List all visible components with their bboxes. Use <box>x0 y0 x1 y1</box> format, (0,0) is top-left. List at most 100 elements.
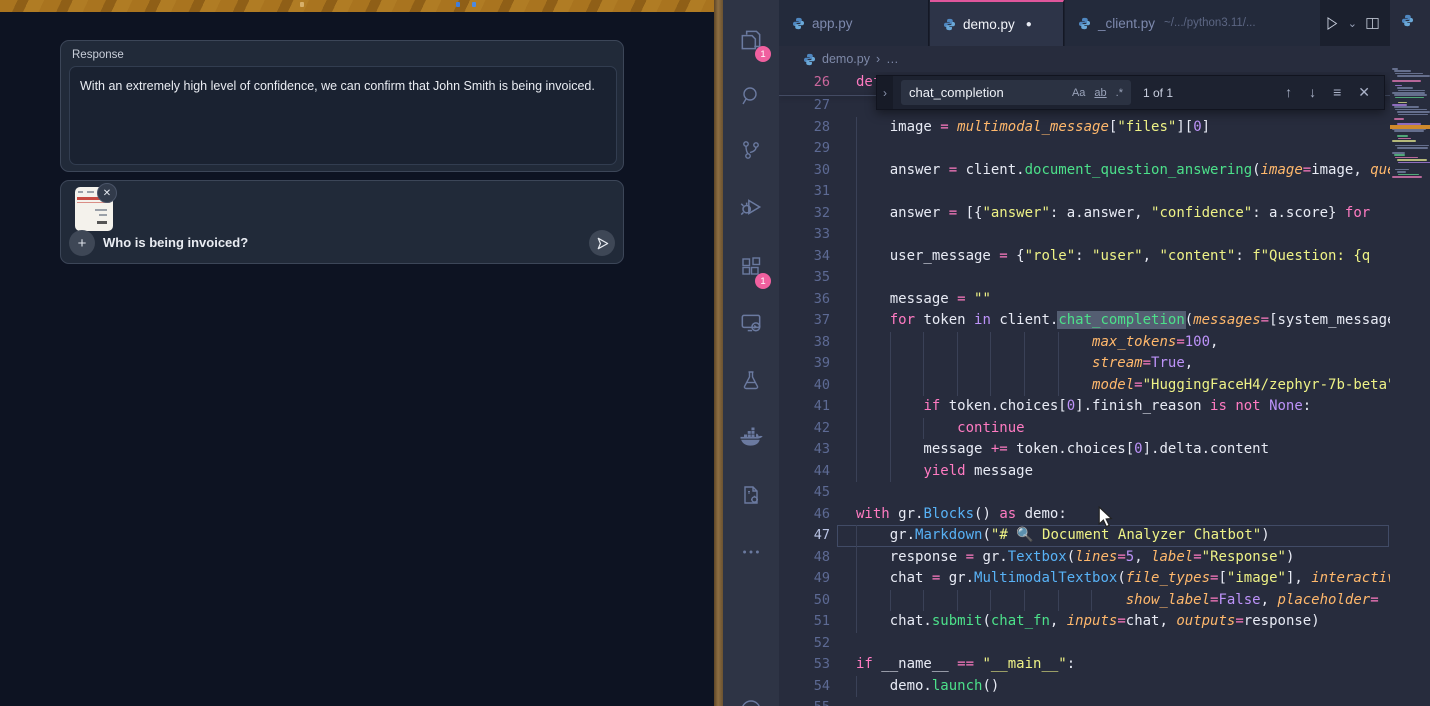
remove-attachment-button[interactable]: ✕ <box>97 183 117 203</box>
line-number[interactable]: 26 <box>779 72 830 94</box>
breadcrumb-file[interactable]: demo.py <box>822 52 870 66</box>
line-number[interactable]: 54 <box>779 676 830 698</box>
source-control-icon[interactable] <box>723 126 779 174</box>
chat-question-input[interactable]: Who is being invoiced? <box>103 235 248 250</box>
regex-toggle[interactable]: .* <box>1116 87 1123 99</box>
code-line-52[interactable]: 52 <box>779 633 1390 655</box>
code-line-46[interactable]: 46with gr.Blocks() as demo: <box>779 504 1390 526</box>
code-line-53[interactable]: 53if __name__ == "__main__": <box>779 654 1390 676</box>
line-number[interactable]: 49 <box>779 568 830 590</box>
code-line-50[interactable]: 50 show_label=False, placeholder= <box>779 590 1390 612</box>
code-line-32[interactable]: 32 answer = [{"answer": a.answer, "confi… <box>779 203 1390 225</box>
line-number[interactable]: 33 <box>779 224 830 246</box>
line-number[interactable]: 28 <box>779 117 830 139</box>
code-editor[interactable]: 26def chat_fn(multimodal_message):2728 i… <box>779 72 1390 706</box>
line-number[interactable]: 36 <box>779 289 830 311</box>
wallpaper-speck <box>300 2 304 7</box>
run-debug-icon[interactable] <box>723 183 779 231</box>
line-number[interactable]: 45 <box>779 482 830 504</box>
code-line-39[interactable]: 39 stream=True, <box>779 353 1390 375</box>
line-number[interactable]: 37 <box>779 310 830 332</box>
code-line-54[interactable]: 54 demo.launch() <box>779 676 1390 698</box>
line-number[interactable]: 51 <box>779 611 830 633</box>
tab-app-py[interactable]: app.py <box>779 0 929 46</box>
line-number[interactable]: 38 <box>779 332 830 354</box>
code-line-43[interactable]: 43 message += token.choices[0].delta.con… <box>779 439 1390 461</box>
remote-explorer-icon[interactable] <box>723 299 779 347</box>
code-line-38[interactable]: 38 max_tokens=100, <box>779 332 1390 354</box>
code-line-30[interactable]: 30 answer = client.document_question_ans… <box>779 160 1390 182</box>
find-toggle-replace-chevron[interactable]: › <box>877 76 893 109</box>
line-number[interactable]: 29 <box>779 138 830 160</box>
find-next-button[interactable]: ↓ <box>1309 84 1316 101</box>
find-input[interactable]: chat_completion Aa ab .* <box>901 80 1131 105</box>
tab-client-py[interactable]: _client.py ~/.../python3.11/... <box>1065 0 1343 46</box>
line-number[interactable]: 27 <box>779 95 830 117</box>
testing-icon[interactable] <box>723 356 779 404</box>
code-line-37[interactable]: 37 for token in client.chat_completion(m… <box>779 310 1390 332</box>
account-icon[interactable] <box>723 686 779 706</box>
modified-dot[interactable]: ● <box>1026 19 1032 30</box>
code-line-29[interactable]: 29 <box>779 138 1390 160</box>
run-dropdown-chevron[interactable]: ⌄ <box>1348 17 1357 30</box>
extensions-icon[interactable]: 1 <box>723 243 779 291</box>
code-line-51[interactable]: 51 chat.submit(chat_fn, inputs=chat, out… <box>779 611 1390 633</box>
more-items-icon[interactable] <box>723 528 779 576</box>
tab-overflow-sliver[interactable] <box>1401 14 1414 32</box>
thumb-detail <box>87 191 94 193</box>
code-line-44[interactable]: 44 yield message <box>779 461 1390 483</box>
line-number[interactable]: 43 <box>779 439 830 461</box>
line-number[interactable]: 44 <box>779 461 830 483</box>
send-button[interactable] <box>589 230 615 256</box>
line-number[interactable]: 52 <box>779 633 830 655</box>
search-icon[interactable] <box>723 72 779 120</box>
cpp-tools-icon[interactable] <box>723 471 779 519</box>
add-attachment-button[interactable]: + <box>69 230 95 256</box>
line-number[interactable]: 42 <box>779 418 830 440</box>
code-line-36[interactable]: 36 message = "" <box>779 289 1390 311</box>
run-button[interactable] <box>1323 15 1340 32</box>
line-number[interactable]: 47 <box>779 525 830 547</box>
breadcrumb[interactable]: demo.py › … <box>779 46 1390 72</box>
code-line-33[interactable]: 33 <box>779 224 1390 246</box>
code-line-40[interactable]: 40 model="HuggingFaceH4/zephyr-7b-beta" <box>779 375 1390 397</box>
line-number[interactable]: 41 <box>779 396 830 418</box>
find-previous-button[interactable]: ↑ <box>1285 84 1292 101</box>
line-number[interactable]: 34 <box>779 246 830 268</box>
line-number[interactable]: 50 <box>779 590 830 612</box>
code-line-31[interactable]: 31 <box>779 181 1390 203</box>
find-close-button[interactable]: ✕ <box>1358 84 1370 101</box>
docker-icon[interactable] <box>723 414 779 462</box>
response-textarea[interactable]: With an extremely high level of confiden… <box>69 66 617 165</box>
line-number[interactable]: 53 <box>779 654 830 676</box>
breadcrumb-more[interactable]: … <box>886 52 899 66</box>
code-line-28[interactable]: 28 image = multimodal_message["files"][0… <box>779 117 1390 139</box>
line-number[interactable]: 48 <box>779 547 830 569</box>
find-in-selection-button[interactable]: ≡ <box>1333 84 1341 101</box>
code-line-45[interactable]: 45 <box>779 482 1390 504</box>
explorer-icon[interactable]: 1 <box>723 16 779 64</box>
line-number[interactable]: 39 <box>779 353 830 375</box>
split-editor-icon[interactable] <box>1365 16 1380 31</box>
code-line-47[interactable]: 47 gr.Markdown("# 🔍 Document Analyzer Ch… <box>779 525 1390 547</box>
line-number[interactable]: 46 <box>779 504 830 526</box>
line-number[interactable]: 35 <box>779 267 830 289</box>
line-number[interactable]: 40 <box>779 375 830 397</box>
code-line-42[interactable]: 42 continue <box>779 418 1390 440</box>
line-number[interactable]: 55 <box>779 697 830 706</box>
minimap-line <box>1398 174 1419 176</box>
line-number[interactable]: 32 <box>779 203 830 225</box>
code-line-48[interactable]: 48 response = gr.Textbox(lines=5, label=… <box>779 547 1390 569</box>
minimap[interactable] <box>1390 46 1430 706</box>
code-line-49[interactable]: 49 chat = gr.MultimodalTextbox(file_type… <box>779 568 1390 590</box>
tab-demo-py[interactable]: demo.py ● <box>930 0 1064 46</box>
code-line-34[interactable]: 34 user_message = {"role": "user", "cont… <box>779 246 1390 268</box>
code-line-55[interactable]: 55 <box>779 697 1390 706</box>
line-number[interactable]: 31 <box>779 181 830 203</box>
code-line-35[interactable]: 35 <box>779 267 1390 289</box>
find-query-text[interactable]: chat_completion <box>909 85 1063 100</box>
line-number[interactable]: 30 <box>779 160 830 182</box>
match-case-toggle[interactable]: Aa <box>1072 87 1085 99</box>
code-line-41[interactable]: 41 if token.choices[0].finish_reason is … <box>779 396 1390 418</box>
whole-word-toggle[interactable]: ab <box>1094 87 1106 99</box>
